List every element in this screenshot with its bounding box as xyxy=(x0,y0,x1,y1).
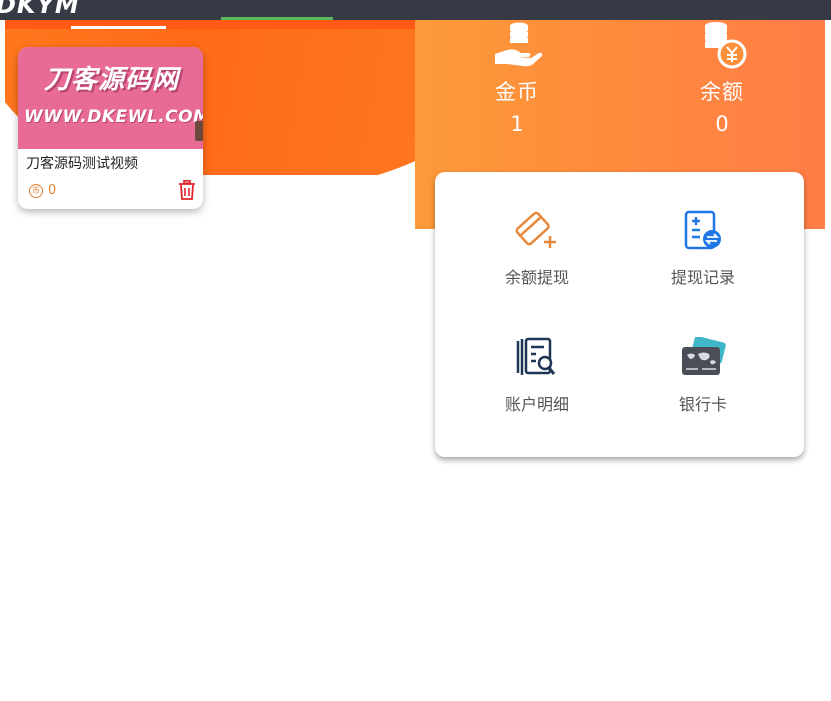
document-search-icon xyxy=(516,337,556,375)
balance-label: 余额 xyxy=(700,80,744,104)
wallet-actions-card: 余额提现 提现记录 账户明细 银行卡 xyxy=(435,172,804,457)
video-thumbnail[interactable]: 刀客源码网 WWW.DKEWL.COM xyxy=(18,47,203,149)
withdraw-balance-label: 余额提现 xyxy=(504,268,569,287)
thumbnail-url-text: WWW.DKEWL.COM xyxy=(24,107,203,127)
gold-coins-label: 金币 xyxy=(495,80,539,104)
tab-underline xyxy=(71,26,166,29)
bank-card-button[interactable]: 银行卡 xyxy=(633,337,773,415)
coins-hand-icon xyxy=(495,22,543,67)
video-card[interactable]: 刀客源码网 WWW.DKEWL.COM 刀客源码测试视频 币 0 xyxy=(18,47,203,209)
bank-card-label: 银行卡 xyxy=(678,395,727,414)
withdraw-balance-button[interactable]: 余额提现 xyxy=(467,210,607,288)
withdraw-record-button[interactable]: 提现记录 xyxy=(633,210,773,288)
top-bar: DKYM xyxy=(0,0,831,21)
gold-coins-stat[interactable]: 金币 1 xyxy=(437,20,597,136)
account-details-label: 账户明细 xyxy=(504,395,569,414)
account-details-button[interactable]: 账户明细 xyxy=(467,337,607,415)
video-title[interactable]: 刀客源码测试视频 xyxy=(26,153,138,173)
card-plus-icon xyxy=(515,211,556,248)
balance-stat[interactable]: 余额 0 xyxy=(642,20,802,136)
coin-icon: 币 xyxy=(29,184,43,198)
thumbnail-scroll-handle xyxy=(195,121,203,141)
delete-icon[interactable] xyxy=(178,180,196,200)
app-logo: DKYM xyxy=(0,0,80,19)
thumbnail-brand-text: 刀客源码网 xyxy=(43,65,179,95)
bank-card-icon xyxy=(682,337,726,375)
balance-value: 0 xyxy=(715,112,729,136)
yuan-coins-icon xyxy=(705,22,747,69)
gold-coins-value: 1 xyxy=(510,112,524,136)
wave-top-band xyxy=(5,20,415,29)
withdraw-record-label: 提现记录 xyxy=(670,268,735,287)
exchange-record-icon xyxy=(684,210,721,250)
coin-count: 0 xyxy=(48,183,57,198)
